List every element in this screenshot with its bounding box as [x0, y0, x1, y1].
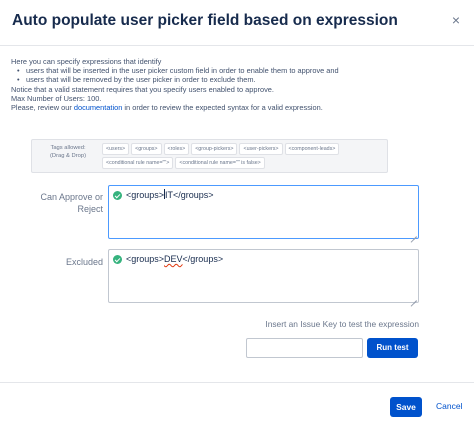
code-fragment: <groups> — [126, 190, 165, 200]
intro-line: Here you can specify expressions that id… — [11, 57, 162, 66]
tag-user-pickers[interactable]: <user-pickers> — [239, 143, 283, 155]
dialog-header: Auto populate user picker field based on… — [0, 0, 474, 46]
save-button[interactable]: Save — [390, 397, 422, 417]
intro-bullet: users that will be removed by the user p… — [11, 75, 466, 84]
approve-label-line: Reject — [77, 204, 103, 214]
tags-label: Tags allowed: (Drag & Drop) — [38, 145, 98, 160]
tag-component-leads[interactable]: <component-leads> — [284, 143, 340, 155]
tag-conditional-rule[interactable]: <conditional rule name=""> — [102, 157, 174, 169]
resize-handle-icon[interactable] — [411, 231, 417, 237]
intro-line: Please, review our documentation in orde… — [11, 103, 466, 112]
intro-line: Notice that a valid statement requires t… — [11, 84, 274, 94]
intro-bullet: users that will be inserted in the user … — [11, 66, 466, 75]
tag-users[interactable]: <users> — [102, 143, 130, 155]
tags-label-line: (Drag & Drop) — [49, 152, 87, 159]
intro-text-fragment: Please, review our — [11, 103, 74, 113]
approve-expression-text: <groups>IT</groups> — [126, 189, 214, 201]
approve-expression-field[interactable]: <groups>IT</groups> — [108, 185, 419, 239]
excluded-expression-field[interactable]: <groups>DEV</groups> — [108, 249, 419, 303]
intro-text: Here you can specify expressions that id… — [11, 57, 466, 112]
run-test-button[interactable]: Run test — [367, 338, 418, 358]
excluded-expression-text: <groups>DEV</groups> — [126, 253, 223, 265]
test-label: Insert an Issue Key to test the expressi… — [265, 319, 419, 329]
documentation-link[interactable]: documentation — [74, 103, 122, 112]
check-circle-icon — [113, 255, 122, 264]
code-fragment: <groups> — [126, 254, 165, 264]
check-circle-icon — [113, 191, 122, 200]
code-fragment: IT</groups> — [165, 190, 214, 200]
intro-line: Max Number of Users: 100. — [11, 93, 102, 103]
close-icon[interactable]: × — [452, 12, 460, 28]
approve-label: Can Approve or Reject — [20, 191, 103, 215]
dialog: Auto populate user picker field based on… — [0, 0, 474, 422]
tag-roles[interactable]: <roles> — [163, 143, 190, 155]
issue-key-input[interactable] — [246, 338, 363, 358]
tags-label-line: Tags allowed: — [50, 145, 86, 151]
approve-label-line: Can Approve or — [40, 192, 103, 202]
dialog-title: Auto populate user picker field based on… — [12, 12, 398, 29]
intro-text-fragment: in order to review the expected syntax f… — [122, 103, 323, 113]
code-fragment: </groups> — [182, 254, 224, 264]
tag-group-pickers[interactable]: <group-pickers> — [191, 143, 238, 155]
tag-list: <users> <groups> <roles> <group-pickers>… — [102, 143, 387, 169]
cancel-link[interactable]: Cancel — [436, 401, 462, 411]
dialog-footer: Save Cancel — [0, 382, 474, 422]
tag-groups[interactable]: <groups> — [131, 143, 162, 155]
tag-conditional-rule-false[interactable]: <conditional rule name="" is false> — [175, 157, 265, 169]
tags-panel: Tags allowed: (Drag & Drop) <users> <gro… — [31, 139, 388, 173]
excluded-label: Excluded — [65, 257, 103, 267]
resize-handle-icon[interactable] — [411, 295, 417, 301]
spellcheck-error: DEV — [164, 254, 183, 264]
